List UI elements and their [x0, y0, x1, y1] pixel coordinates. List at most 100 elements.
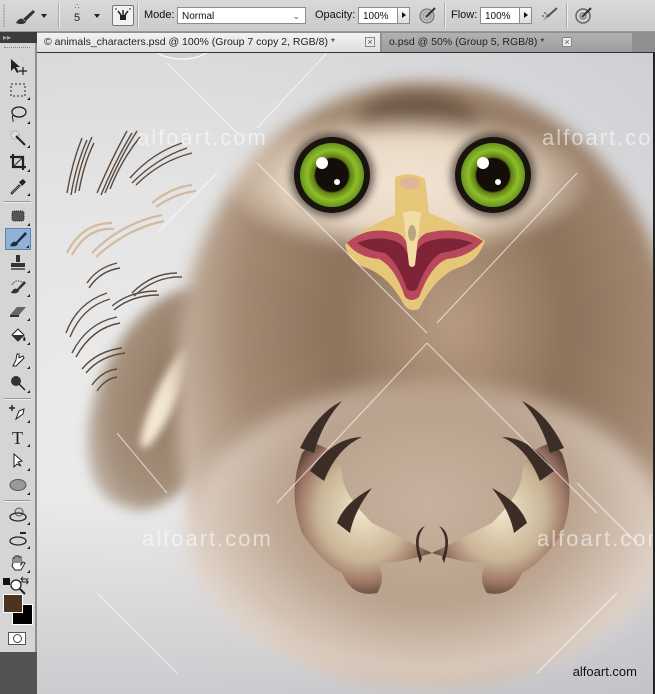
- panel-dock-empty: [0, 652, 37, 694]
- divider: [4, 201, 31, 202]
- burn-tool[interactable]: [5, 372, 31, 394]
- double-chevron-right-icon: ▸▸: [3, 33, 12, 42]
- pen-tool[interactable]: [5, 402, 31, 424]
- flyout-indicator-icon: [27, 492, 30, 495]
- opacity-input[interactable]: 100%: [358, 7, 398, 24]
- tab-label: o.psd @ 50% (Group 5, RGB/8) *: [389, 36, 545, 48]
- flyout-indicator-icon: [27, 169, 30, 172]
- tab-label: © animals_characters.psd @ 100% (Group 7…: [44, 36, 335, 48]
- brush-icon: [10, 232, 27, 247]
- flow-label: Flow:: [451, 9, 478, 21]
- clone-stamp-tool[interactable]: [5, 252, 31, 274]
- move-tool[interactable]: [5, 55, 31, 77]
- close-icon[interactable]: ×: [365, 37, 375, 47]
- flyout-indicator-icon: [27, 444, 30, 447]
- flow-slider-toggle[interactable]: [519, 7, 532, 24]
- toggle-brush-panel-button[interactable]: [112, 5, 134, 26]
- document-tab-bar: © animals_characters.psd @ 100% (Group 7…: [37, 32, 655, 53]
- flyout-indicator-icon: [26, 245, 29, 248]
- brush-size-value: 5: [73, 12, 81, 24]
- flow-input[interactable]: 100%: [480, 7, 520, 24]
- 3d-rotate-tool[interactable]: [5, 504, 31, 526]
- tablet-pressure-opacity-icon: [419, 7, 436, 24]
- paint-bucket-tool[interactable]: [5, 324, 31, 346]
- flyout-indicator-icon: [27, 270, 30, 273]
- 3d-orbit-tool[interactable]: [5, 528, 31, 550]
- healing-brush-tool[interactable]: [5, 205, 31, 227]
- crop-tool[interactable]: [5, 151, 31, 173]
- svg-text:T: T: [12, 428, 23, 447]
- watermark-text: alfoart.com: [537, 526, 655, 551]
- quick-mask-button[interactable]: [8, 632, 26, 645]
- flyout-indicator-icon: [27, 193, 30, 196]
- brush-tool[interactable]: [5, 228, 31, 250]
- divider: [4, 398, 31, 399]
- opacity-value: 100%: [363, 11, 389, 22]
- swap-colors-icon[interactable]: ⇆: [20, 574, 29, 587]
- toolbox-grip[interactable]: [4, 47, 30, 49]
- history-brush-tool[interactable]: [5, 276, 31, 298]
- tool-preset-picker[interactable]: [14, 7, 38, 25]
- ellipse-shape-icon: [9, 479, 27, 491]
- options-bar-grip[interactable]: [3, 4, 5, 27]
- lasso-tool[interactable]: [5, 103, 31, 125]
- size-pressure-button[interactable]: [574, 5, 594, 25]
- close-icon[interactable]: ×: [562, 37, 572, 47]
- lasso-icon: [11, 106, 27, 123]
- chevron-down-icon: ⌄: [292, 11, 300, 21]
- divider: [58, 3, 59, 28]
- flyout-indicator-icon: [27, 342, 30, 345]
- history-brush-icon: [11, 280, 26, 294]
- smudge-tool[interactable]: [5, 348, 31, 370]
- toolbox: T ⇆: [0, 43, 37, 652]
- tab-o-psd[interactable]: o.psd @ 50% (Group 5, RGB/8) * ×: [382, 33, 632, 52]
- paint-bucket-icon: [11, 328, 26, 342]
- options-bar: ∴ 5 Mode: Normal ⌄ Opacity: 100% Flow: 1…: [0, 0, 655, 32]
- flyout-indicator-icon: [27, 366, 30, 369]
- tool-preset-dropdown-icon[interactable]: [41, 14, 47, 18]
- burn-icon: [11, 376, 26, 391]
- opacity-pressure-button[interactable]: [418, 5, 438, 25]
- opacity-slider-toggle[interactable]: [397, 7, 410, 24]
- magic-wand-tool[interactable]: [5, 127, 31, 149]
- flyout-indicator-icon: [27, 318, 30, 321]
- spot-healing-icon: [11, 210, 25, 222]
- watermark-text: alfoart.com: [142, 526, 273, 551]
- brush-preset-picker[interactable]: ∴ 5: [70, 2, 84, 28]
- brush-preset-dropdown-icon[interactable]: [94, 14, 100, 18]
- eraser-icon: [10, 307, 26, 317]
- clone-stamp-icon: [11, 255, 25, 270]
- magic-wand-icon: [10, 130, 26, 146]
- ellipse-tool[interactable]: [5, 474, 31, 496]
- opacity-label: Opacity:: [315, 9, 356, 21]
- foreground-color-swatch[interactable]: [3, 594, 23, 613]
- document-canvas[interactable]: alfoart.com alfoart.com alfoart.com alfo…: [37, 53, 655, 694]
- airbrush-button[interactable]: [540, 5, 560, 25]
- 3d-rotate-icon: [9, 507, 27, 522]
- credit-text: alfoart.com: [572, 664, 637, 679]
- tab-animals-characters[interactable]: © animals_characters.psd @ 100% (Group 7…: [37, 33, 380, 52]
- eraser-tool[interactable]: [5, 300, 31, 322]
- toolbox-collapse-button[interactable]: ▸▸: [0, 32, 37, 43]
- watermark-text: alfoart.com: [137, 125, 268, 150]
- hand-tool[interactable]: [5, 552, 31, 574]
- path-selection-tool[interactable]: [5, 450, 31, 472]
- marquee-tool[interactable]: [5, 79, 31, 101]
- path-selection-icon: [13, 452, 24, 469]
- default-colors-button[interactable]: [3, 578, 13, 588]
- flyout-indicator-icon: [27, 294, 30, 297]
- flyout-indicator-icon: [27, 522, 30, 525]
- 3d-orbit-icon: [9, 532, 27, 546]
- flow-value: 100%: [485, 11, 511, 22]
- divider: [444, 3, 445, 28]
- brush-tip-preview-icon: ∴: [74, 2, 80, 11]
- eyedropper-tool[interactable]: [5, 175, 31, 197]
- divider: [4, 500, 31, 501]
- flyout-indicator-icon: [27, 97, 30, 100]
- blend-mode-select[interactable]: Normal ⌄: [177, 7, 306, 24]
- flyout-indicator-icon: [27, 546, 30, 549]
- quick-mask-icon: [13, 634, 22, 643]
- type-tool[interactable]: T: [5, 426, 31, 448]
- flyout-indicator-icon: [27, 145, 30, 148]
- eyedropper-icon: [10, 179, 26, 195]
